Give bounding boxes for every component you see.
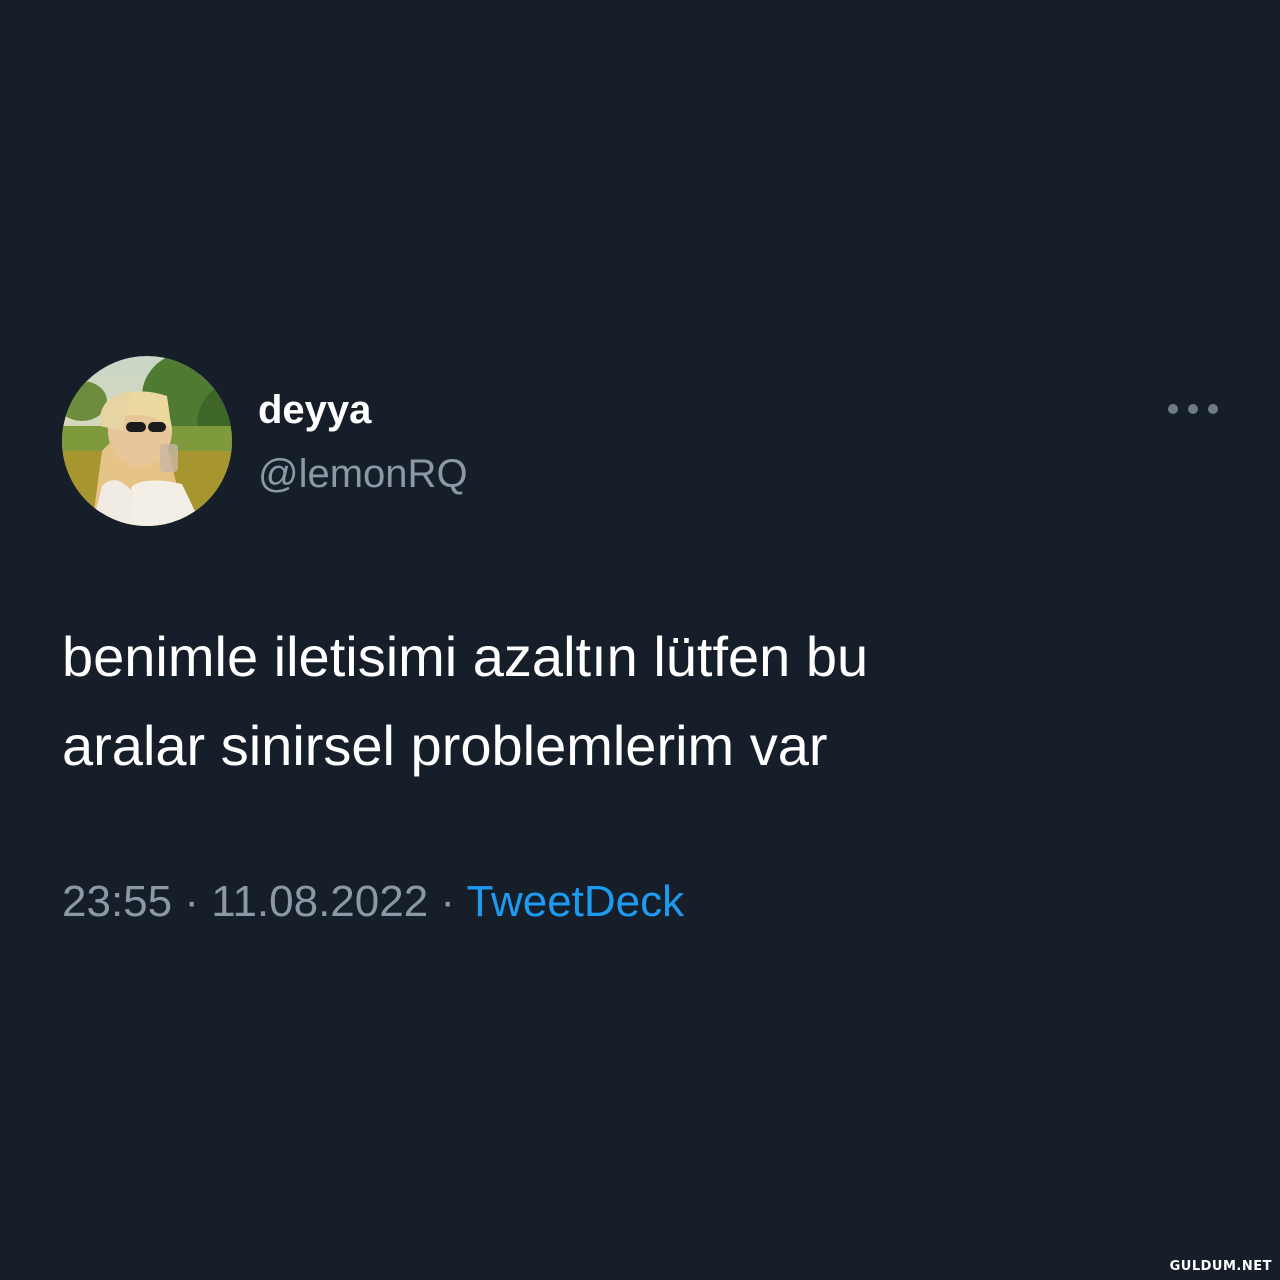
more-horizontal-icon-dot — [1208, 404, 1218, 414]
avatar-photo-icon — [62, 356, 232, 526]
meta-separator: · — [440, 877, 456, 926]
more-options-button[interactable] — [1168, 394, 1218, 424]
tweet-text-line: aralar sinirsel problemlerim var — [62, 714, 828, 777]
more-horizontal-icon — [1168, 404, 1178, 414]
author-handle[interactable]: @lemonRQ — [258, 450, 468, 498]
author-display-name[interactable]: deyya — [258, 386, 371, 434]
tweet-meta: 23:55 · 11.08.2022 · TweetDeck — [62, 874, 1218, 930]
tweet-text: benimle iletisimi azaltın lütfen bu aral… — [62, 612, 1142, 790]
tweet-time[interactable]: 23:55 — [62, 877, 172, 926]
tweet-source-link[interactable]: TweetDeck — [467, 877, 685, 926]
avatar[interactable] — [62, 356, 232, 526]
more-horizontal-icon-dot — [1188, 404, 1198, 414]
tweet-card: deyya @lemonRQ benimle iletisimi azaltın… — [62, 356, 1218, 930]
meta-separator: · — [184, 877, 199, 926]
tweet-header: deyya @lemonRQ — [62, 356, 1218, 526]
tweet-date[interactable]: 11.08.2022 — [211, 877, 428, 926]
tweet-text-line: benimle iletisimi azaltın lütfen bu — [62, 625, 869, 688]
watermark: GULDUM.NET — [1169, 1259, 1272, 1274]
